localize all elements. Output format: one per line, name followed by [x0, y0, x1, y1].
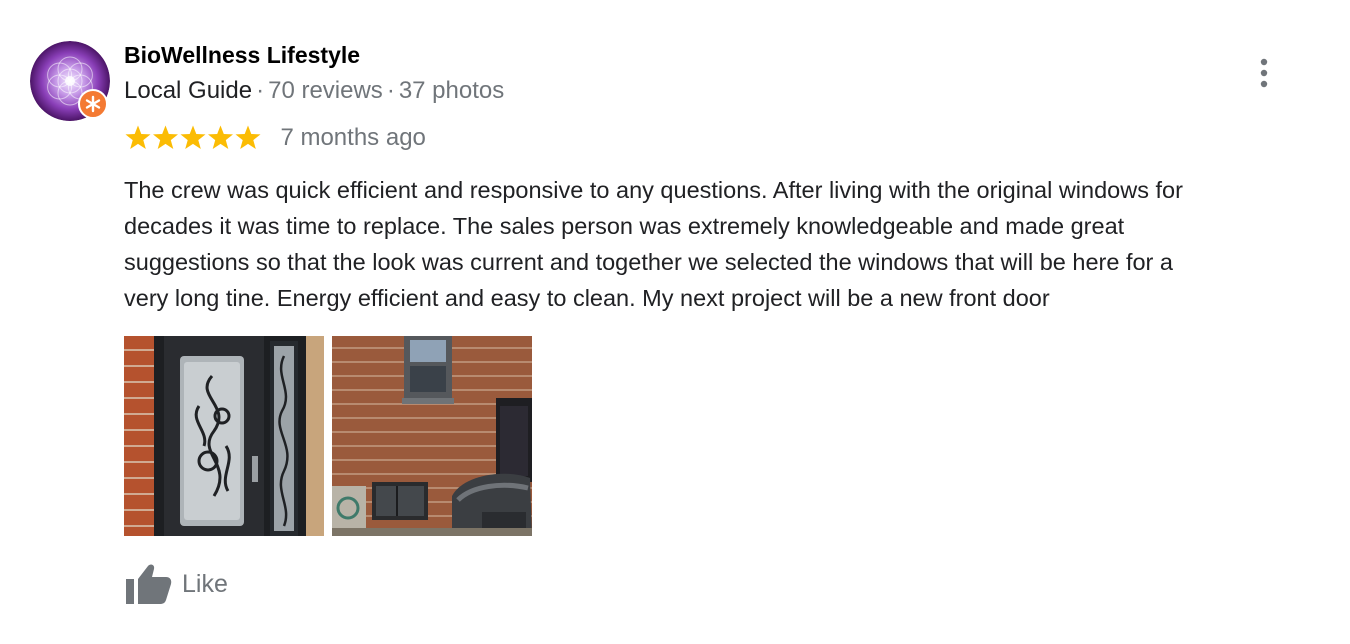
star-rating — [124, 124, 264, 152]
like-button[interactable]: Like — [124, 562, 228, 606]
review-card: BioWellness Lifestyle Local Guide · 70 rev… — [0, 0, 1350, 644]
more-options-button[interactable] — [1252, 56, 1276, 92]
more-vert-icon — [1260, 58, 1268, 88]
reviews-count: 70 reviews — [268, 77, 383, 104]
author-meta: Local Guide · 70 reviews · 37 photos — [124, 77, 504, 105]
photos-count: 37 photos — [398, 77, 505, 104]
star-icon — [125, 125, 151, 149]
door-photo-image — [124, 336, 324, 536]
author-avatar[interactable] — [30, 41, 110, 121]
star-icon — [235, 125, 261, 149]
star-icon — [208, 125, 233, 149]
review-photo-house[interactable] — [332, 336, 532, 536]
like-label: Like — [182, 569, 228, 598]
meta-separator: · — [386, 77, 395, 104]
review-time: 7 months ago — [280, 124, 426, 151]
review-photo-door[interactable] — [124, 336, 324, 536]
house-photo-image — [332, 336, 532, 536]
meta-separator: · — [256, 77, 265, 104]
review-text: The crew was quick efficient and respons… — [124, 177, 1183, 311]
author-level: Local Guide — [124, 77, 253, 104]
thumb-up-icon — [126, 564, 172, 604]
local-guide-badge-icon — [78, 89, 108, 119]
star-icon — [153, 125, 178, 149]
rating-row: 7 months ago — [124, 124, 426, 156]
star-icon — [180, 125, 206, 149]
author-name[interactable]: BioWellness Lifestyle — [124, 42, 360, 69]
